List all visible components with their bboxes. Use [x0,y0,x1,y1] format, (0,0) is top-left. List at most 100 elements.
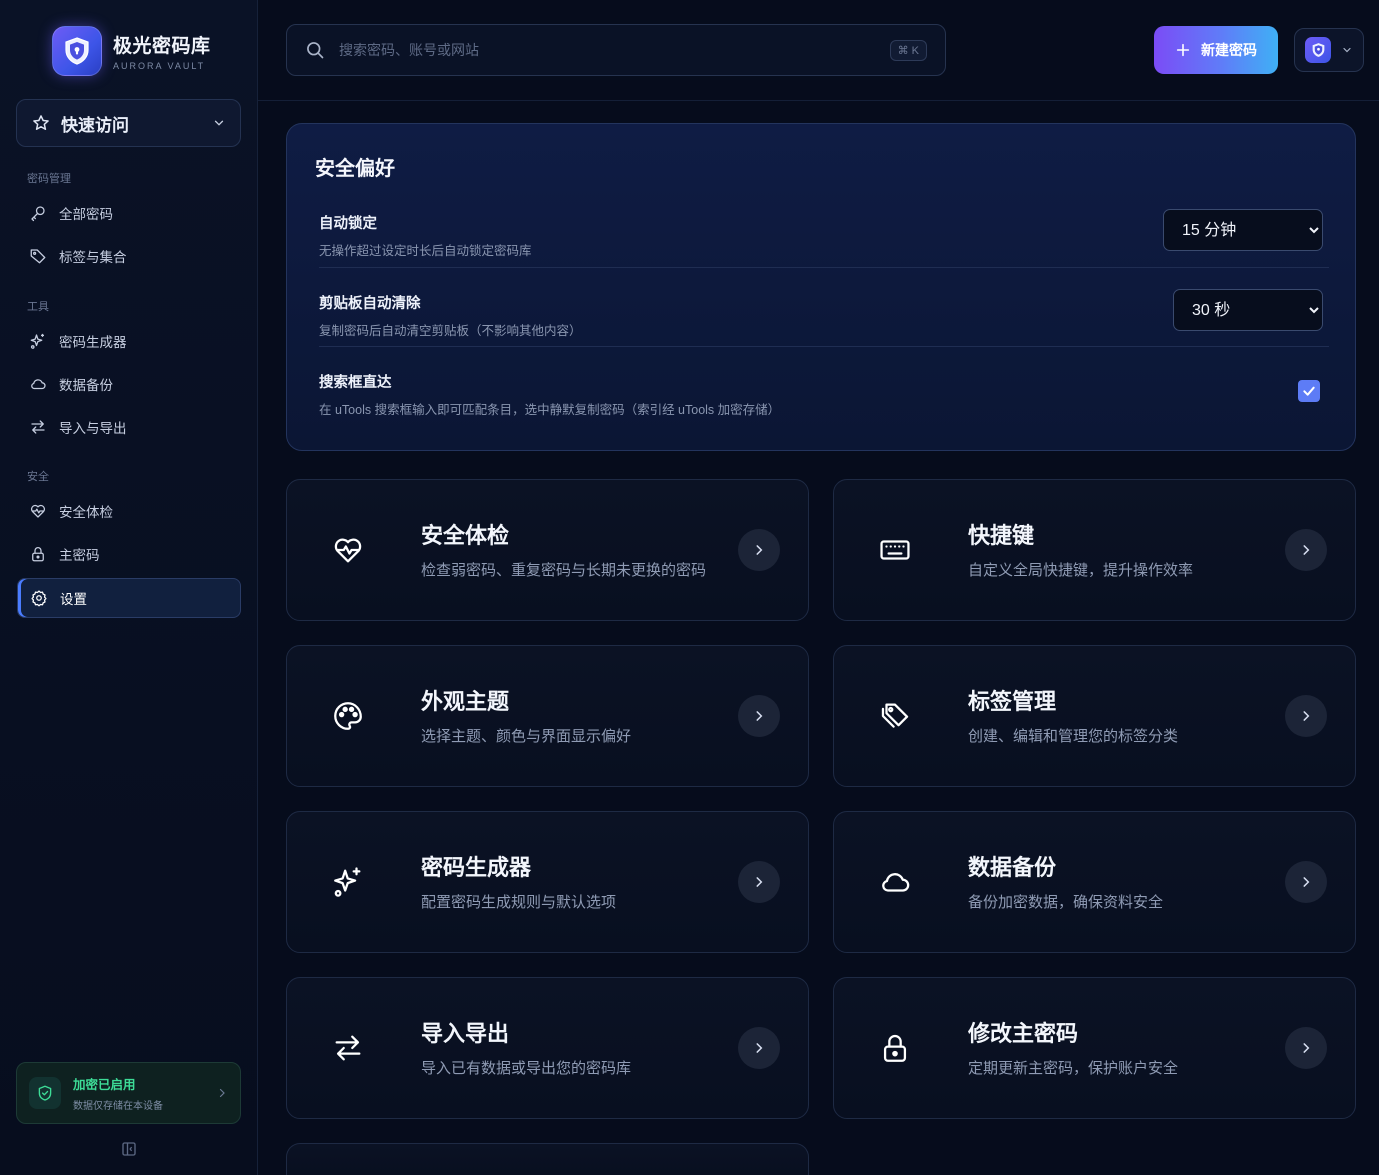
tag-icon [878,699,912,733]
card-desc: 定期更新主密码，保护账户安全 [968,1059,1179,1077]
sidebar-item-label: 安全体检 [59,505,113,520]
sidebar-item-settings[interactable]: 设置 [17,578,241,618]
sidebar-item-master-password[interactable]: 主密码 [17,534,241,574]
card-arrow-button[interactable] [738,529,780,571]
card-arrow-button[interactable] [1285,861,1327,903]
shield-check-icon [29,1077,61,1109]
heart-pulse-icon [29,502,47,520]
pref-search-direct: 搜索框直达 在 uTools 搜索框输入即可匹配条目，选中静默复制密码（索引经 … [319,371,1329,418]
card-arrow-button[interactable] [738,695,780,737]
section-label-security: 安全 [27,471,49,483]
card-title: 快捷键 [968,522,1035,548]
panel-title: 安全偏好 [315,158,395,180]
section-label-password-management: 密码管理 [27,173,71,185]
sidebar-item-password-generator[interactable]: 密码生成器 [17,321,241,361]
quick-access-label: 快速访问 [61,115,129,135]
card-arrow-button[interactable] [1285,529,1327,571]
palette-icon [331,699,365,733]
keyboard-icon [878,533,912,567]
encryption-status-card[interactable]: 加密已启用 数据仅存储在本设备 [16,1062,241,1124]
card-arrow-button[interactable] [738,1027,780,1069]
new-password-label: 新建密码 [1201,42,1257,58]
card-partial[interactable] [286,1143,809,1175]
plus-icon [1175,42,1191,58]
card-desc: 检查弱密码、重复密码与长期未更换的密码 [421,561,707,579]
new-password-button[interactable]: 新建密码 [1154,26,1278,74]
app-title: 极光密码库 [113,36,211,57]
card-desc: 选择主题、颜色与界面显示偏好 [421,727,632,745]
card-arrow-button[interactable] [1285,1027,1327,1069]
heart-pulse-icon [331,533,365,567]
card-appearance[interactable]: 外观主题 选择主题、颜色与界面显示偏好 [286,645,809,787]
card-title: 标签管理 [968,688,1057,714]
search-shortcut-hint: ⌘ K [889,39,927,61]
pref-desc: 在 uTools 搜索框输入即可匹配条目，选中静默复制密码（索引经 uTools… [319,403,781,417]
card-title: 外观主题 [421,688,510,714]
search-direct-checkbox[interactable] [1298,380,1320,402]
lock-icon [878,1031,912,1065]
lock-icon [29,545,47,563]
card-password-generator[interactable]: 密码生成器 配置密码生成规则与默认选项 [286,811,809,953]
card-title: 安全体检 [421,522,510,548]
security-preferences-panel: 安全偏好 自动锁定 无操作超过设定时长后自动锁定密码库 15 分钟 剪贴板自动清… [286,123,1356,451]
chevron-down-icon [212,116,226,130]
card-arrow-button[interactable] [738,861,780,903]
sidebar-item-label: 设置 [60,592,87,607]
arrows-icon [29,418,47,436]
section-label-tools: 工具 [27,301,49,313]
tag-icon [29,247,47,265]
card-desc: 自定义全局快捷键，提升操作效率 [968,561,1194,579]
brand[interactable]: 极光密码库 AURORA VAULT [52,26,211,76]
card-desc: 导入已有数据或导出您的密码库 [421,1059,632,1077]
sidebar-item-label: 导入与导出 [59,421,127,436]
chevron-right-icon [216,1087,228,1099]
arrows-icon [331,1031,365,1065]
cloud-icon [29,375,47,393]
divider [319,267,1329,268]
gear-icon [30,589,48,607]
sidebar-item-all-passwords[interactable]: 全部密码 [17,193,241,233]
shield-logo-icon [52,26,102,76]
sparkle-icon [29,332,47,350]
star-icon [31,113,51,133]
app-subtitle: AURORA VAULT [113,61,206,71]
quick-access-dropdown[interactable]: 快速访问 [16,99,241,147]
sidebar: 极光密码库 AURORA VAULT 快速访问 密码管理 全部密码 标签与集合 … [0,0,258,1175]
card-desc: 备份加密数据，确保资料安全 [968,893,1164,911]
search-input[interactable] [339,42,890,58]
search-icon [305,40,325,60]
card-import-export[interactable]: 导入导出 导入已有数据或导出您的密码库 [286,977,809,1119]
card-desc: 创建、编辑和管理您的标签分类 [968,727,1179,745]
card-title: 导入导出 [421,1020,510,1046]
card-security-check[interactable]: 安全体检 检查弱密码、重复密码与长期未更换的密码 [286,479,809,621]
sidebar-item-security-check[interactable]: 安全体检 [17,491,241,531]
card-shortcuts[interactable]: 快捷键 自定义全局快捷键，提升操作效率 [833,479,1356,621]
key-icon [29,204,47,222]
cloud-icon [878,865,912,899]
clipboard-clear-select[interactable]: 30 秒 [1173,289,1323,331]
card-title: 密码生成器 [421,854,532,880]
sidebar-item-import-export[interactable]: 导入与导出 [17,407,241,447]
sidebar-item-label: 数据备份 [59,378,113,393]
sidebar-item-label: 密码生成器 [59,335,127,350]
sidebar-item-backup[interactable]: 数据备份 [17,364,241,404]
sidebar-item-tags[interactable]: 标签与集合 [17,236,241,276]
chevron-down-icon [1341,44,1353,56]
sidebar-item-label: 主密码 [59,548,100,563]
encryption-subtitle: 数据仅存储在本设备 [73,1101,163,1112]
collapse-sidebar-button[interactable] [120,1140,138,1158]
search-bar[interactable]: ⌘ K [286,24,946,76]
auto-lock-select[interactable]: 15 分钟 [1163,209,1323,251]
card-arrow-button[interactable] [1285,695,1327,737]
sidebar-item-label: 标签与集合 [59,250,127,265]
card-data-backup[interactable]: 数据备份 备份加密数据，确保资料安全 [833,811,1356,953]
encryption-title: 加密已启用 [73,1078,136,1092]
card-change-master-password[interactable]: 修改主密码 定期更新主密码，保护账户安全 [833,977,1356,1119]
sidebar-item-label: 全部密码 [59,207,113,222]
profile-menu-button[interactable] [1294,28,1364,72]
card-title: 修改主密码 [968,1020,1079,1046]
card-tag-management[interactable]: 标签管理 创建、编辑和管理您的标签分类 [833,645,1356,787]
card-title: 数据备份 [968,854,1057,880]
divider [319,346,1329,347]
sparkle-icon [331,865,365,899]
